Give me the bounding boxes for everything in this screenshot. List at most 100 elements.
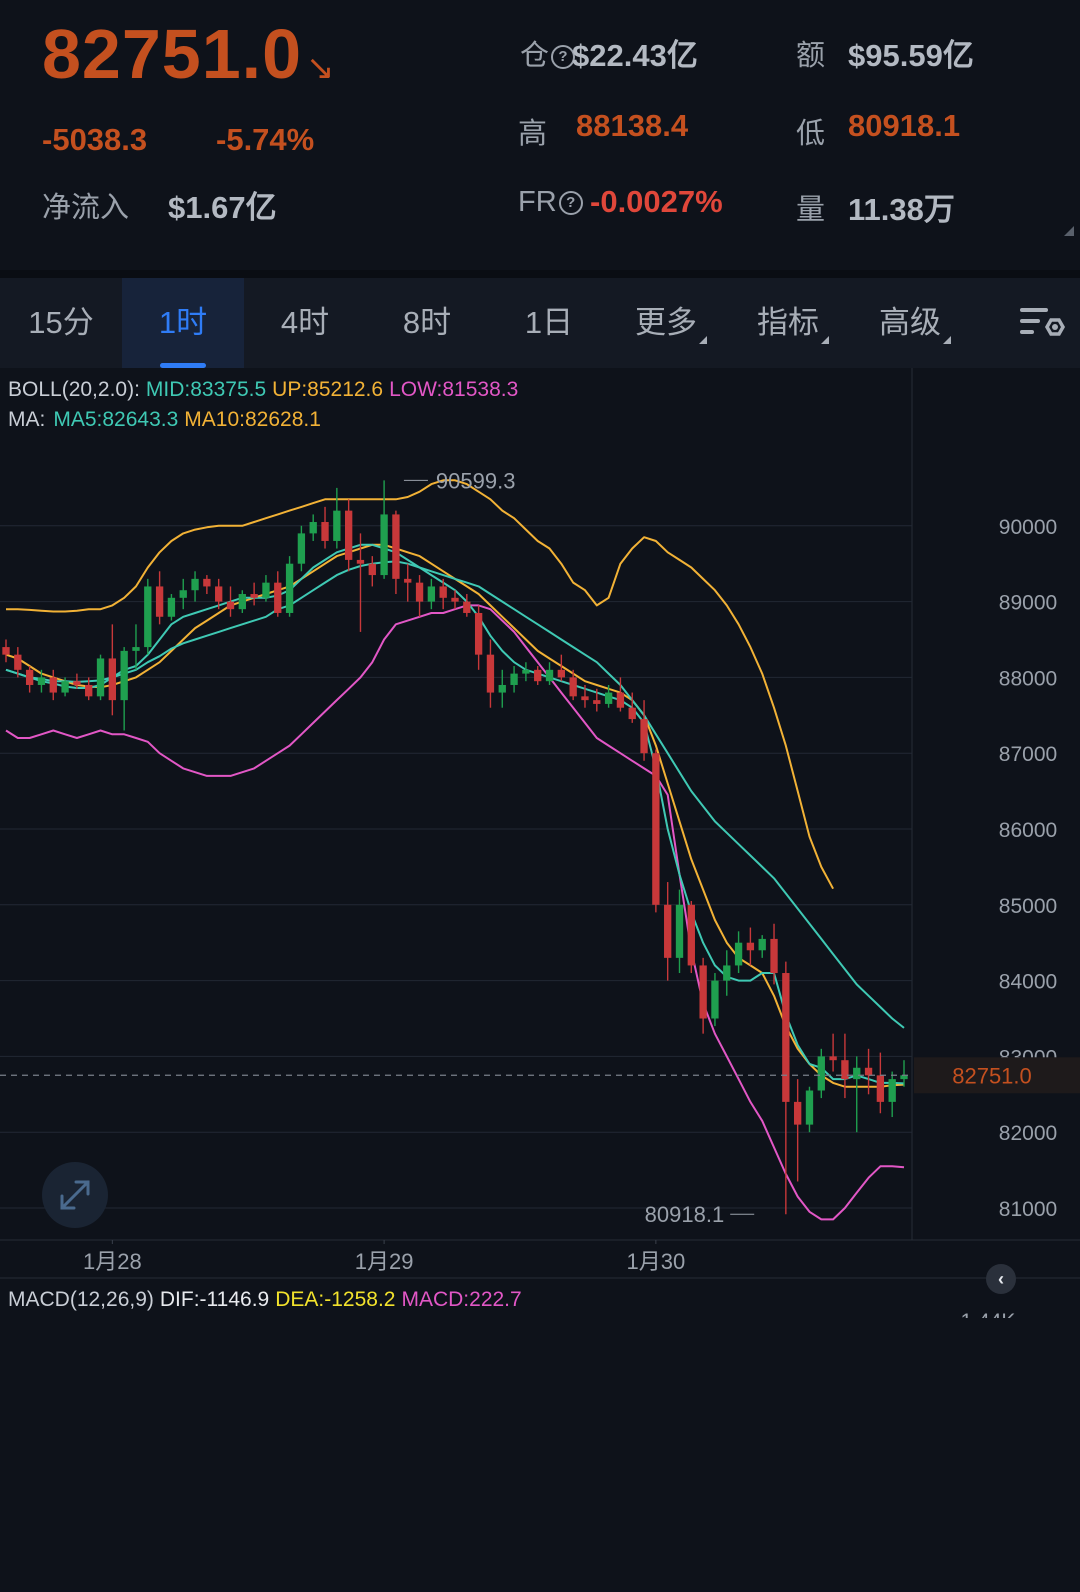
- candle-body: [463, 601, 471, 613]
- candle-body: [888, 1079, 896, 1102]
- y-axis-label: 89000: [999, 592, 1057, 615]
- macd-y-axis-label: 1.44K: [961, 1310, 1016, 1318]
- tab-indicators[interactable]: 指标: [732, 278, 854, 368]
- dropdown-triangle-icon: [943, 336, 951, 344]
- tab-advanced[interactable]: 高级: [854, 278, 976, 368]
- y-axis-label: 81000: [999, 1198, 1057, 1221]
- tab-1h[interactable]: 1时: [122, 278, 244, 368]
- boll-legend-mid: MID:83375.5: [145, 378, 267, 401]
- candle-body: [687, 904, 695, 966]
- macd-legend-macd: MACD:222.7: [401, 1288, 522, 1311]
- candle-body: [427, 586, 436, 602]
- candle-body: [569, 677, 577, 697]
- candle-body: [49, 677, 57, 693]
- chart-background: [0, 368, 1080, 1318]
- scroll-to-latest-button[interactable]: ‹: [986, 1264, 1016, 1294]
- candle-body: [439, 586, 447, 598]
- candle-body: [73, 681, 81, 685]
- candle-body: [593, 700, 601, 704]
- funding-rate-label[interactable]: FR?: [518, 186, 583, 219]
- tab-label: 更多: [635, 305, 697, 340]
- turnover-value: $95.59亿: [848, 38, 974, 73]
- price-change-percent: -5.74%: [216, 122, 315, 157]
- candle-body: [853, 1067, 861, 1080]
- chart-settings-icon[interactable]: [1018, 300, 1066, 348]
- candle-body: [498, 684, 506, 693]
- boll-legend-low: LOW:81538.3: [389, 378, 519, 401]
- candle-body: [640, 719, 648, 754]
- candle-body: [474, 612, 483, 655]
- tab-8h[interactable]: 8时: [366, 278, 488, 368]
- candle-body: [770, 938, 778, 974]
- candle-body: [723, 965, 731, 981]
- candle-body: [167, 597, 176, 617]
- y-axis-label: 86000: [999, 819, 1057, 842]
- tab-label: 1日: [524, 305, 574, 340]
- candle-body: [356, 559, 365, 564]
- candle-body: [534, 669, 542, 682]
- y-axis-label: 87000: [999, 743, 1057, 766]
- tab-label: 高级: [879, 305, 941, 340]
- tab-label: 1时: [158, 305, 208, 340]
- tab-15m[interactable]: 15分: [0, 278, 122, 368]
- expand-button[interactable]: [42, 1162, 108, 1228]
- tab-4h[interactable]: 4时: [244, 278, 366, 368]
- candle-body: [333, 510, 341, 541]
- candle-body: [664, 904, 672, 958]
- last-price: 82751.0: [42, 15, 303, 93]
- candle-body: [108, 658, 117, 701]
- open-interest-label[interactable]: 仓?: [520, 32, 576, 74]
- candle-body: [25, 669, 34, 685]
- net-inflow-label: 净流入: [42, 192, 130, 224]
- tab-more[interactable]: 更多: [610, 278, 732, 368]
- open-interest-label-text: 仓: [520, 40, 550, 72]
- candle-body: [805, 1090, 814, 1125]
- tab-label: 15分: [28, 305, 94, 340]
- candle-body: [238, 594, 246, 610]
- net-inflow-value: $1.67亿: [168, 190, 277, 225]
- candle-body: [510, 673, 518, 685]
- candle-body: [628, 707, 636, 720]
- candle-body: [96, 658, 105, 697]
- candle-body: [581, 696, 589, 701]
- candlestick-chart[interactable]: 9000089000880008700086000850008400083000…: [0, 368, 1080, 1318]
- macd-legend-dea: DEA:-1258.2: [275, 1288, 396, 1311]
- boll-legend-up: UP:85212.6: [272, 378, 384, 401]
- candle-body: [675, 904, 684, 958]
- x-axis-label: 1月30: [627, 1249, 686, 1274]
- ma-legend-ma10: MA10:82628.1: [184, 408, 321, 431]
- candle-body: [486, 654, 495, 693]
- candle-body: [368, 563, 376, 576]
- candle-body: [226, 601, 235, 610]
- candle-body: [132, 647, 140, 651]
- low-value: 80918.1: [848, 108, 961, 143]
- candle-body: [557, 669, 566, 678]
- volume-value: 11.38万: [848, 192, 955, 227]
- ma-legend: MA: MA5:82643.3 MA10:82628.1: [8, 408, 327, 432]
- price-change: -5038.3: [42, 122, 148, 157]
- turnover-label: 额: [796, 40, 826, 72]
- candle-body: [380, 514, 388, 576]
- candle-body: [262, 582, 270, 598]
- candle-body: [215, 586, 223, 602]
- tab-label: 4时: [280, 305, 330, 340]
- macd-legend-dif: DIF:-1146.9: [159, 1288, 270, 1311]
- tab-1d[interactable]: 1日: [488, 278, 610, 368]
- low-label: 低: [796, 118, 826, 150]
- candle-body: [191, 578, 199, 591]
- ma-legend-name: MA:: [8, 408, 46, 431]
- current-price-tag-label: 82751.0: [952, 1063, 1032, 1088]
- tab-label: 8时: [402, 305, 452, 340]
- candle-body: [250, 594, 258, 598]
- macd-legend-name: MACD(12,26,9): [8, 1288, 154, 1311]
- candle-body: [309, 522, 317, 534]
- max-price-label: 90599.3: [436, 468, 516, 493]
- ma-legend-ma5: MA5:82643.3: [53, 408, 179, 431]
- candle-body: [876, 1075, 885, 1102]
- candle-body: [522, 669, 530, 674]
- help-icon[interactable]: ?: [558, 191, 583, 216]
- expand-corner-icon[interactable]: [1064, 226, 1074, 236]
- candle-body: [604, 692, 613, 704]
- candle-body: [392, 514, 400, 579]
- funding-rate-label-text: FR: [518, 186, 557, 218]
